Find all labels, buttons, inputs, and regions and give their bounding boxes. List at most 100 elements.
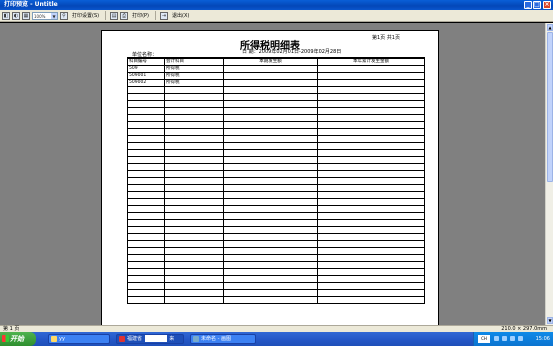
page-setup-icon[interactable]: ▤: [110, 11, 119, 20]
table-cell: [127, 254, 165, 262]
table-cell: [127, 156, 165, 164]
vertical-scrollbar[interactable]: ▲ ▼: [545, 23, 553, 325]
tray-icon[interactable]: [510, 336, 515, 341]
tray-icon[interactable]: [494, 336, 499, 341]
taskbar-item-paint[interactable]: 未命名 - 画图: [190, 334, 256, 344]
table-cell: [164, 163, 224, 171]
table-cell: [223, 114, 318, 122]
close-button[interactable]: ×: [543, 1, 551, 9]
table-cell: [223, 233, 318, 241]
maximize-button[interactable]: □: [533, 1, 541, 9]
table-cell: [127, 198, 165, 206]
table-cell: [317, 149, 425, 157]
redacted-block: [144, 335, 167, 342]
table-cell: [164, 261, 224, 269]
table-cell: [223, 184, 318, 192]
minimize-button[interactable]: _: [524, 1, 532, 9]
exit-button[interactable]: 退出(X): [170, 12, 191, 19]
table-cell: [317, 170, 425, 178]
table-cell: [317, 65, 425, 73]
language-indicator[interactable]: CH: [478, 335, 490, 343]
table-cell: [223, 65, 318, 73]
table-cell: [127, 233, 165, 241]
taskbar-item-yy[interactable]: yy: [48, 334, 110, 344]
taskbar-item-label: 未命名 - 画图: [201, 336, 231, 342]
taskbar: 开始 yy 福建省 来 未命名 - 画图 CH 15:06: [0, 332, 553, 346]
table-cell: [223, 261, 318, 269]
table-cell: [223, 247, 318, 255]
table-cell: [317, 191, 425, 199]
window-title: 打印预览 - Untitle: [4, 1, 58, 8]
table-cell: [164, 254, 224, 262]
table-cell: [164, 282, 224, 290]
tray-icon[interactable]: [502, 336, 507, 341]
zoom-icon[interactable]: ⚲: [60, 11, 68, 20]
scroll-thumb[interactable]: [547, 32, 553, 182]
table-row: [127, 282, 425, 290]
taskbar-item-app[interactable]: 福建省 来: [116, 334, 184, 344]
table-cell: [223, 219, 318, 227]
table-cell: [164, 149, 224, 157]
table-cell: [164, 184, 224, 192]
table-cell: [223, 268, 318, 276]
prev-page-icon[interactable]: ◐: [12, 11, 20, 20]
table-cell: [223, 121, 318, 129]
table-cell: [223, 135, 318, 143]
zoom-select[interactable]: 100% ▼: [32, 11, 58, 20]
start-button[interactable]: 开始: [0, 332, 36, 346]
table-cell: [317, 121, 425, 129]
table-row: [127, 191, 425, 199]
table-row: [127, 149, 425, 157]
first-page-icon[interactable]: ◧: [2, 11, 10, 20]
column-header: 科目编号: [127, 57, 165, 66]
table-cell: 509002: [127, 79, 165, 87]
table-cell: [317, 135, 425, 143]
table-cell: [317, 296, 425, 304]
table-cell: [223, 107, 318, 115]
table-row: [127, 184, 425, 192]
table-row: [127, 254, 425, 262]
table-cell: [164, 233, 224, 241]
table-cell: [317, 268, 425, 276]
table-cell: [317, 86, 425, 94]
table-row: [127, 275, 425, 283]
table-cell: [223, 170, 318, 178]
table-row: [127, 107, 425, 115]
scroll-down-icon[interactable]: ▼: [547, 317, 553, 324]
table-row: [127, 226, 425, 234]
scroll-up-icon[interactable]: ▲: [547, 24, 553, 31]
table-cell: [223, 198, 318, 206]
preview-viewport[interactable]: 第1页 共1页 所得税明细表 单位名称： 日 期：2009年02月01日-200…: [0, 23, 545, 325]
table-row: [127, 86, 425, 94]
table-cell: [127, 289, 165, 297]
table-row: [127, 135, 425, 143]
print-button[interactable]: 打印(P): [130, 12, 151, 19]
table-cell: [317, 289, 425, 297]
toolbar-separator: [105, 11, 107, 20]
taskbar-item-label: 福建省: [127, 336, 143, 342]
table-cell: [223, 86, 318, 94]
system-tray: CH 15:06: [473, 332, 553, 346]
table-cell: [223, 79, 318, 87]
table-cell: [164, 93, 224, 101]
column-header: 本年累计发生金额: [317, 57, 425, 66]
table-cell: [317, 128, 425, 136]
start-label: 开始: [10, 335, 24, 343]
table-cell: [317, 72, 425, 80]
table-cell: [223, 156, 318, 164]
table-row: [127, 296, 425, 304]
tray-icon[interactable]: [518, 336, 523, 341]
table-row: [127, 289, 425, 297]
grid-icon[interactable]: ▦: [22, 11, 30, 20]
table-cell: [317, 226, 425, 234]
print-setup-button[interactable]: 打印设置(S): [70, 12, 101, 19]
table-cell: [127, 212, 165, 220]
table-cell: [164, 296, 224, 304]
app-icon: [119, 336, 125, 342]
table-cell: [164, 121, 224, 129]
table-cell: [127, 149, 165, 157]
printer-icon: ⎙: [120, 11, 129, 20]
table-row: 509 所得税: [127, 65, 425, 73]
table-cell: [127, 205, 165, 213]
table-cell: [223, 142, 318, 150]
